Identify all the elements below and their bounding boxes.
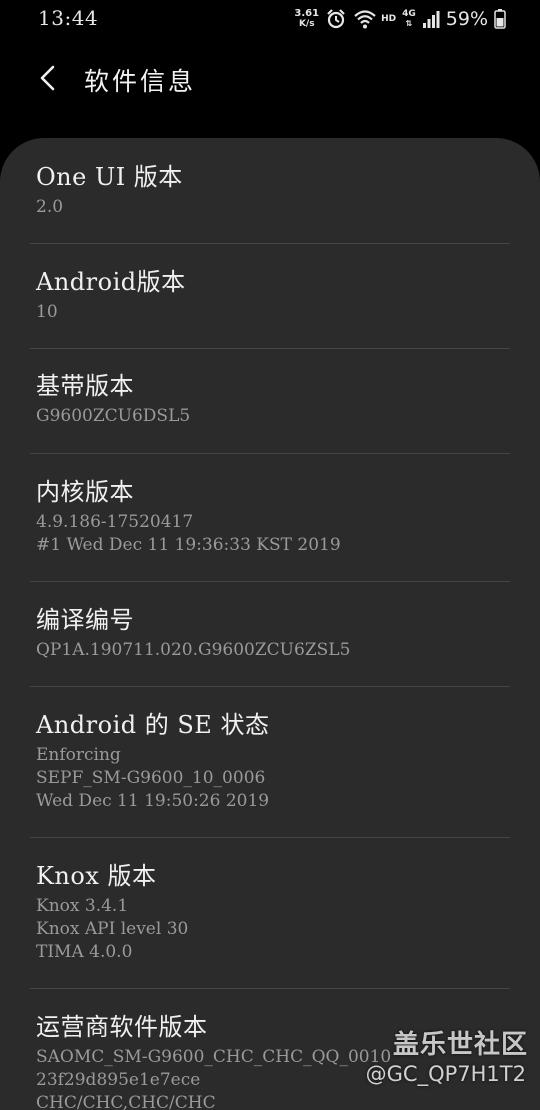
screen: 13:44 3.61 K/s HD 4G ⇅ 59% 软件信息 One UI 版…: [0, 0, 540, 1110]
list-item-android-version[interactable]: Android版本 10: [36, 267, 510, 324]
app-header: 软件信息: [0, 48, 540, 112]
item-title: 内核版本: [36, 478, 134, 506]
item-value: Knox 3.4.1: [36, 896, 129, 916]
list-item-baseband-version[interactable]: 基带版本 G9600ZCU6DSL5: [36, 371, 510, 428]
divider: [30, 581, 510, 582]
item-value: SEPF_SM-G9600_10_0006: [36, 768, 266, 788]
item-title: 基带版本: [36, 372, 134, 400]
network-speed: 3.61 K/s: [294, 8, 320, 30]
battery-percent: 59%: [445, 8, 488, 30]
item-value: TIMA 4.0.0: [36, 942, 133, 962]
item-title: One UI 版本: [36, 163, 183, 191]
item-title: Knox 版本: [36, 862, 157, 890]
watermark-handle: @GC_QP7H1T2: [365, 1062, 526, 1086]
list-item-se-status[interactable]: Android 的 SE 状态 Enforcing SEPF_SM-G9600_…: [36, 710, 510, 813]
divider: [30, 348, 510, 349]
chevron-left-icon: [40, 65, 55, 91]
divider: [30, 243, 510, 244]
divider: [30, 988, 510, 989]
item-value: QP1A.190711.020.G9600ZCU6ZSL5: [36, 640, 351, 660]
wifi-icon: [353, 8, 376, 30]
divider: [30, 686, 510, 687]
divider: [30, 837, 510, 838]
hd-voice-label: HD: [381, 14, 397, 24]
item-title: 编译编号: [36, 606, 134, 634]
item-value: CHC/CHC,CHC/CHC: [36, 1093, 216, 1110]
item-value: Knox API level 30: [36, 919, 189, 939]
item-value: Wed Dec 11 19:50:26 2019: [36, 791, 270, 811]
watermark-title: 盖乐世社区: [392, 1030, 528, 1060]
item-title: Android版本: [36, 268, 186, 296]
item-value: 2.0: [36, 197, 64, 217]
item-value: 4.9.186-17520417: [36, 512, 194, 532]
status-icons: 3.61 K/s HD 4G ⇅ 59%: [294, 6, 506, 32]
battery-icon: [494, 8, 506, 30]
alarm-icon: [325, 8, 347, 30]
status-bar: 13:44 3.61 K/s HD 4G ⇅ 59%: [0, 0, 540, 38]
divider: [30, 453, 510, 454]
item-value: Enforcing: [36, 745, 121, 765]
item-value: G9600ZCU6DSL5: [36, 406, 191, 426]
data-arrows-icon: ⇅: [405, 19, 413, 28]
network-speed-value: 3.61: [294, 8, 320, 19]
list-item-knox-version[interactable]: Knox 版本 Knox 3.4.1 Knox API level 30 TIM…: [36, 861, 510, 964]
network-type: 4G ⇅: [402, 9, 416, 29]
item-title: Android 的 SE 状态: [36, 711, 270, 739]
signal-icon: [422, 8, 440, 30]
status-time: 13:44: [38, 6, 99, 30]
list-item-build-number[interactable]: 编译编号 QP1A.190711.020.G9600ZCU6ZSL5: [36, 605, 510, 662]
network-speed-unit: K/s: [298, 19, 315, 29]
back-button[interactable]: [30, 60, 66, 96]
software-info-list: One UI 版本 2.0 Android版本 10 基带版本 G9600ZCU…: [0, 138, 540, 1110]
item-value: #1 Wed Dec 11 19:36:33 KST 2019: [36, 535, 341, 555]
network-type-label: 4G: [402, 9, 416, 19]
list-item-kernel-version[interactable]: 内核版本 4.9.186-17520417 #1 Wed Dec 11 19:3…: [36, 477, 510, 557]
item-value: 10: [36, 302, 58, 322]
list-item-one-ui-version[interactable]: One UI 版本 2.0: [36, 162, 510, 219]
page-title: 软件信息: [84, 67, 197, 96]
